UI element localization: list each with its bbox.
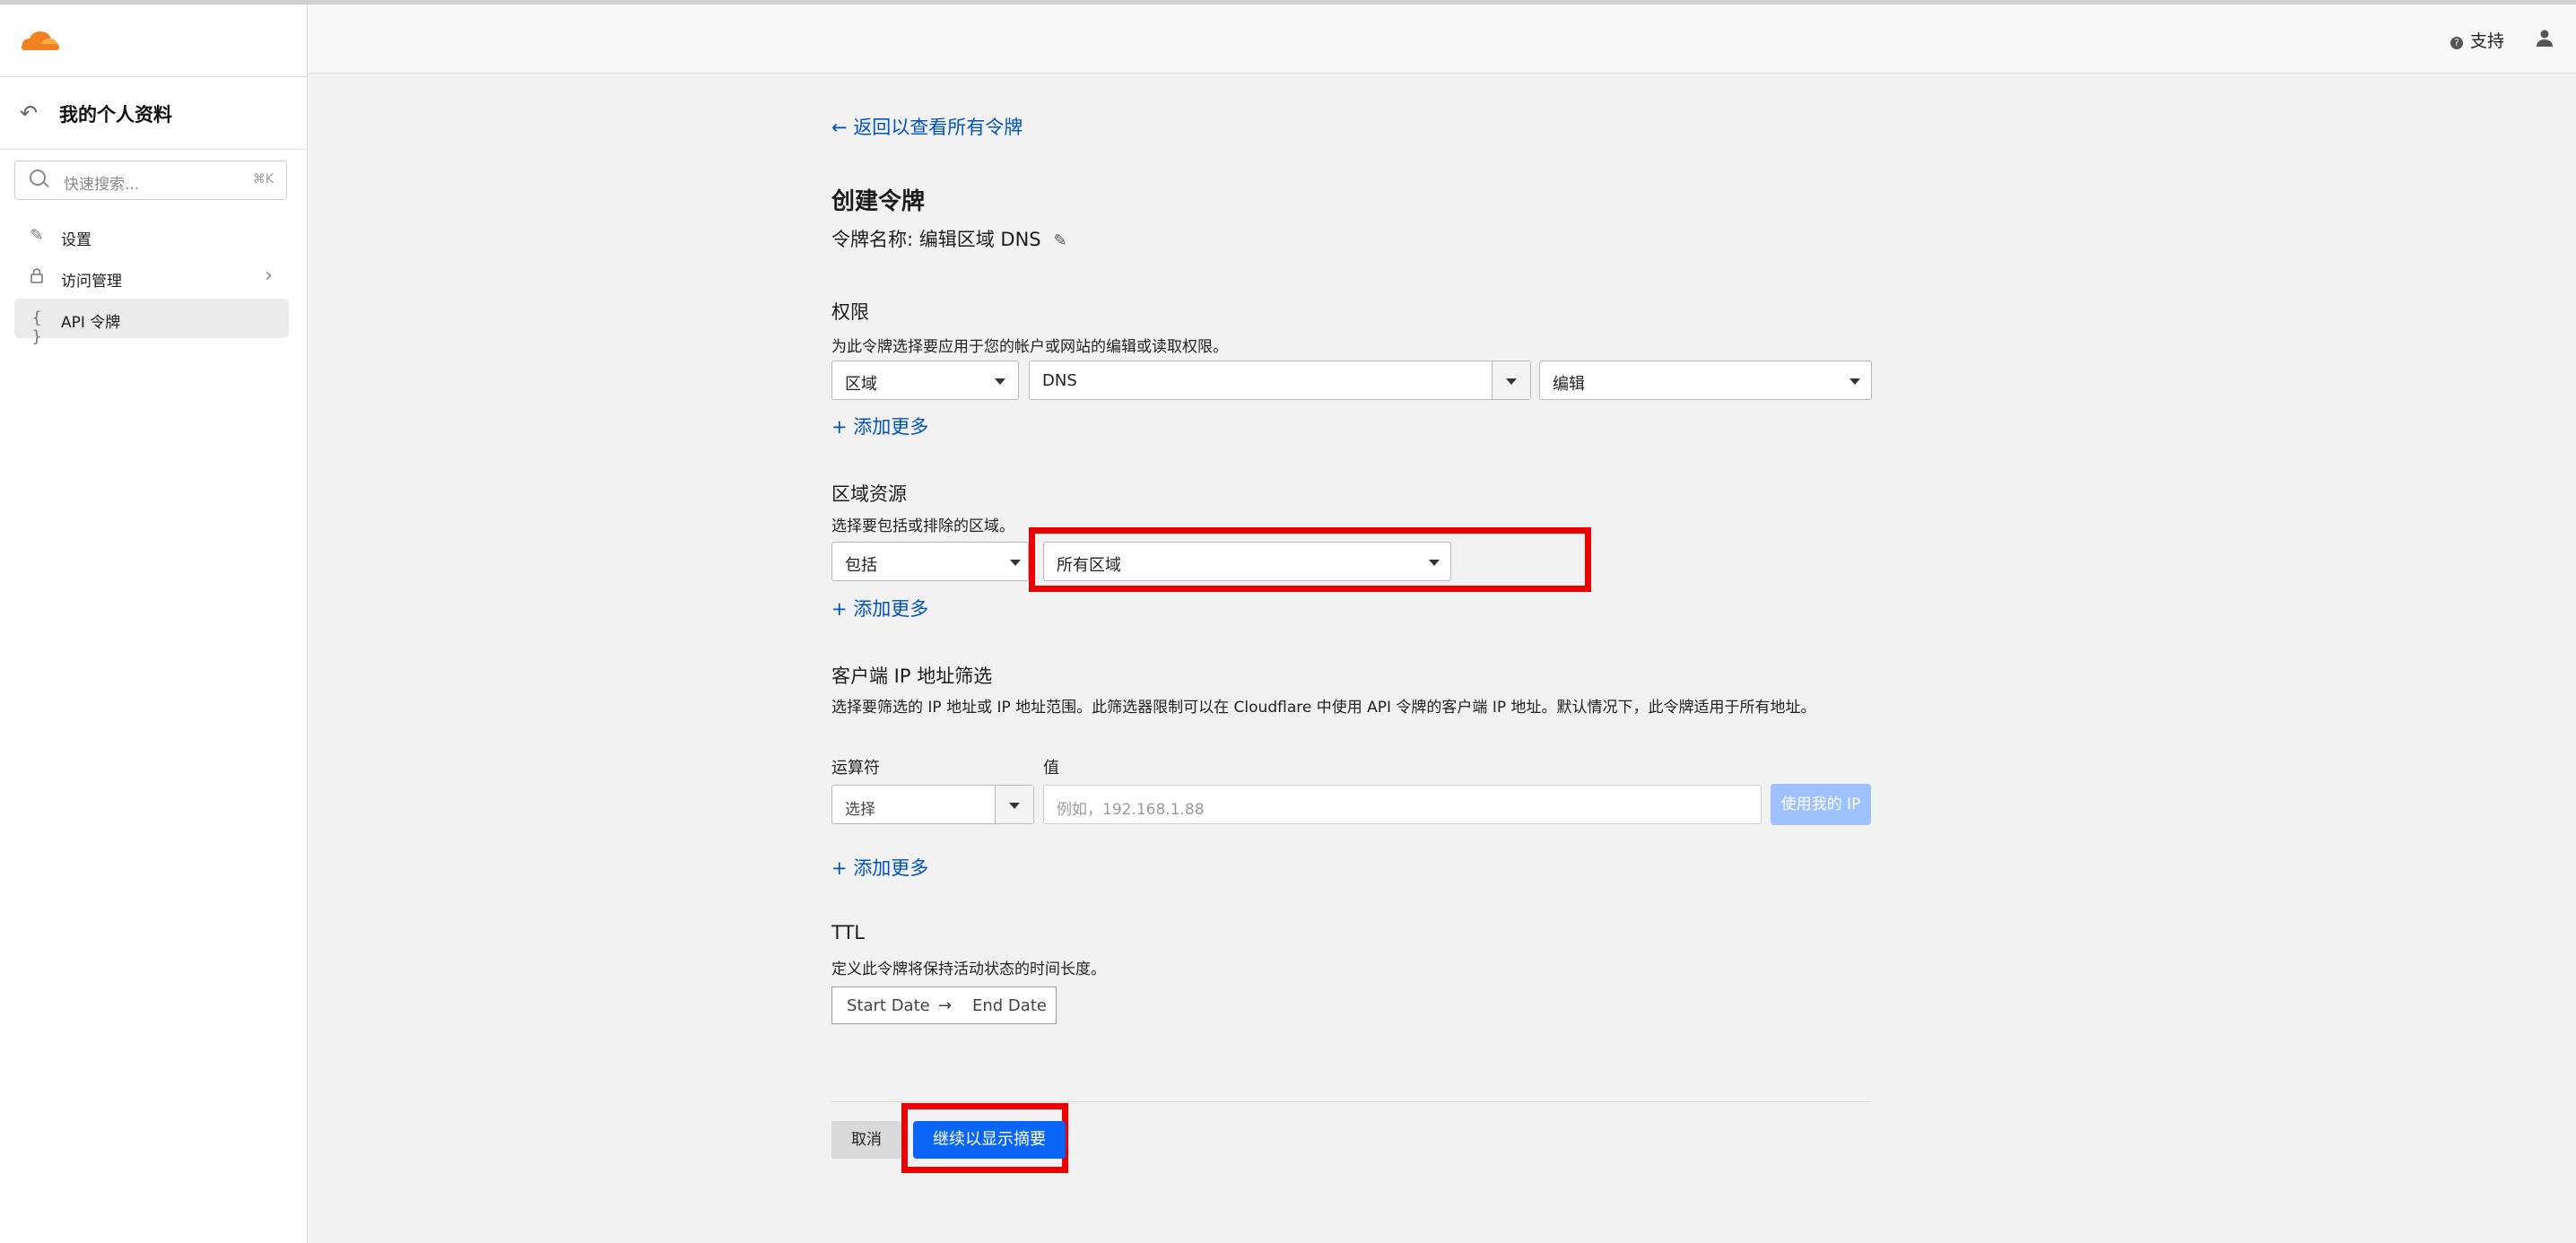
add-more-ip-filters-link[interactable]: + 添加更多	[831, 854, 928, 881]
edit-pencil-icon[interactable]: ✎	[1054, 231, 1067, 250]
cloudflare-logo[interactable]	[16, 28, 61, 53]
sidebar-item-access-management[interactable]: 访问管理 ›	[14, 257, 289, 297]
sidebar-item-label: 设置	[61, 231, 91, 249]
arrow-right-icon: →	[938, 996, 953, 1015]
chevron-down-icon	[1009, 803, 1020, 809]
chevron-down-icon	[1506, 378, 1517, 385]
dropdown-toggle[interactable]	[1492, 361, 1530, 399]
sidebar-item-settings[interactable]: ✎ 设置	[14, 216, 289, 256]
chevron-down-icon	[995, 378, 1005, 385]
permissions-description: 为此令牌选择要应用于您的帐户或网站的编辑或读取权限。	[831, 338, 1228, 356]
permissions-title: 权限	[831, 301, 869, 323]
input-placeholder: 例如，192.168.1.88	[1057, 801, 1205, 819]
chevron-down-icon	[1010, 560, 1021, 566]
page-title: 创建令牌	[831, 188, 926, 215]
chevron-right-icon: ›	[265, 265, 273, 287]
ttl-description: 定义此令牌将保持活动状态的时间长度。	[831, 960, 1106, 978]
main-content: ← 返回以查看所有令牌 创建令牌 令牌名称: 编辑区域 DNS ✎ 权限 为此令牌…	[831, 0, 1872, 1243]
divider	[831, 1101, 1872, 1102]
ttl-date-range-picker[interactable]: Start Date → End Date	[831, 987, 1057, 1024]
add-more-permissions-link[interactable]: + 添加更多	[831, 413, 928, 439]
dropdown-toggle[interactable]	[995, 786, 1033, 823]
permission-access-select[interactable]: 编辑	[1539, 361, 1872, 400]
zone-resources-description: 选择要包括或排除的区域。	[831, 517, 1014, 535]
permission-resource-select[interactable]: DNS	[1029, 361, 1531, 400]
select-placeholder: 选择	[845, 801, 875, 819]
braces-icon: { }	[31, 309, 42, 346]
sidebar-header: ↶ 我的个人资料	[0, 76, 307, 150]
operator-select[interactable]: 选择	[831, 785, 1034, 824]
search-shortcut: ⌘K	[252, 172, 274, 187]
sidebar-item-label: API 令牌	[61, 314, 121, 332]
continue-to-summary-button[interactable]: 继续以显示摘要	[913, 1121, 1066, 1159]
ip-filter-description: 选择要筛选的 IP 地址或 IP 地址范围。此筛选器限制可以在 Cloudfla…	[831, 699, 1816, 717]
select-value: 包括	[845, 556, 877, 575]
search-placeholder: 快速搜索...	[64, 176, 140, 194]
quick-search-input[interactable]: 快速搜索... ⌘K	[14, 161, 287, 200]
token-name: 令牌名称: 编辑区域 DNS ✎	[831, 225, 1067, 252]
use-my-ip-button[interactable]: 使用我的 IP	[1771, 784, 1871, 825]
chevron-down-icon	[1429, 560, 1440, 566]
help-icon: ?	[2450, 37, 2463, 49]
select-value: 所有区域	[1057, 556, 1121, 575]
zone-mode-select[interactable]: 包括	[831, 542, 1029, 581]
ttl-title: TTL	[831, 922, 865, 943]
search-icon	[30, 170, 46, 186]
permission-scope-select[interactable]: 区域	[831, 361, 1019, 400]
start-date[interactable]: Start Date	[847, 996, 930, 1015]
chevron-down-icon	[1849, 378, 1860, 385]
value-label: 值	[1043, 759, 1059, 778]
sidebar-item-api-tokens[interactable]: { } API 令牌	[14, 299, 289, 346]
operator-label: 运算符	[831, 759, 880, 778]
select-value: 编辑	[1553, 375, 1585, 394]
back-arrow-icon[interactable]: ↶	[20, 100, 38, 126]
support-link[interactable]: ? 支持	[2450, 28, 2504, 52]
token-name-text: 令牌名称: 编辑区域 DNS	[831, 229, 1041, 250]
ip-filter-title: 客户端 IP 地址筛选	[831, 665, 993, 687]
support-label: 支持	[2469, 31, 2504, 51]
pencil-icon: ✎	[30, 226, 44, 245]
sidebar-item-label: 访问管理	[61, 273, 122, 291]
back-to-tokens-link[interactable]: ← 返回以查看所有令牌	[831, 113, 1023, 140]
sidebar-title: 我的个人资料	[59, 104, 172, 126]
add-more-zones-link[interactable]: + 添加更多	[831, 595, 928, 622]
select-value: 区域	[845, 375, 877, 394]
zone-select[interactable]: 所有区域	[1043, 542, 1451, 581]
user-icon[interactable]	[2535, 28, 2554, 48]
end-date[interactable]: End Date	[972, 996, 1047, 1015]
sidebar: ↶ 我的个人资料 快速搜索... ⌘K ✎ 设置 访问管理 › { } API …	[0, 4, 308, 1243]
select-value: DNS	[1042, 371, 1077, 390]
zone-resources-title: 区域资源	[831, 483, 907, 505]
cancel-button[interactable]: 取消	[831, 1121, 901, 1159]
lock-icon	[27, 267, 47, 288]
ip-value-input[interactable]: 例如，192.168.1.88	[1043, 785, 1762, 824]
